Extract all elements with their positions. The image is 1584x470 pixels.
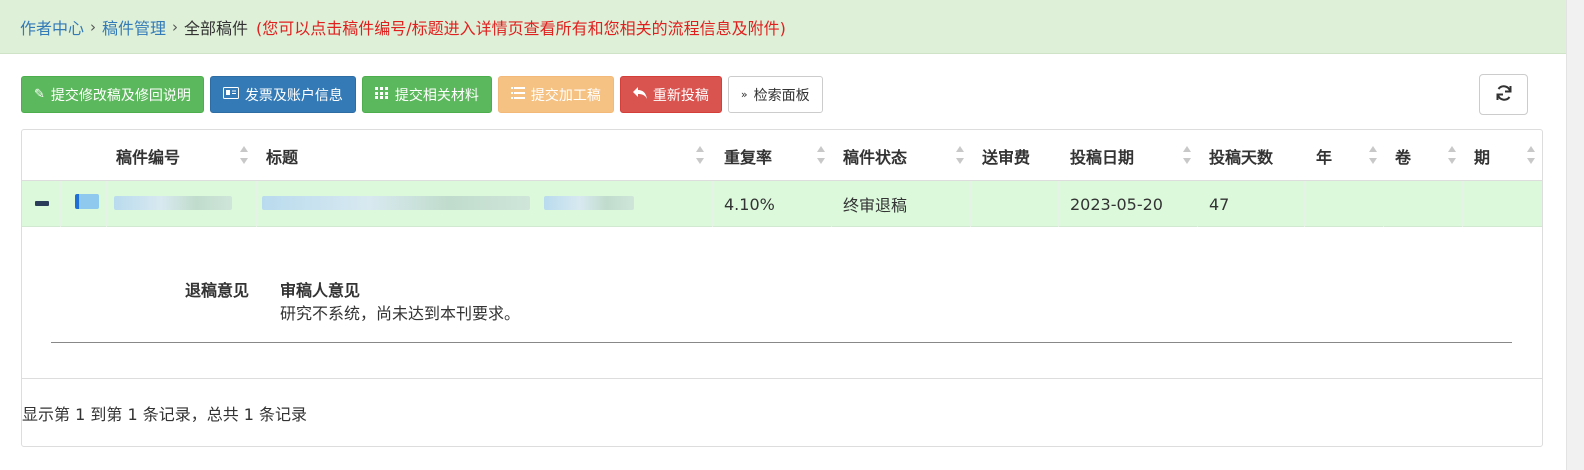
sort-icon [1183,146,1191,164]
id-card-icon [222,86,239,103]
column-header-days: 投稿天数 [1199,130,1306,181]
column-header-issue-label: 期 [1474,147,1491,167]
column-header-title[interactable]: 标题 [256,130,712,181]
column-header-dup-rate[interactable]: 重复率 [714,130,833,181]
grid-icon [374,86,389,103]
refresh-icon [1495,84,1513,106]
table-row[interactable]: 4.10% 终审退稿 2023-05-20 47 [22,181,1542,227]
breadcrumb-hint: (您可以点击稿件编号/标题进入详情页查看所有和您相关的流程信息及附件) [256,18,786,38]
sort-icon [956,146,964,164]
column-header-year[interactable]: 年 [1306,130,1385,181]
resubmit-button[interactable]: 重新投稿 [619,76,722,113]
column-divider [1304,181,1305,227]
sort-icon [1448,146,1456,164]
column-header-dup-rate-label: 重复率 [724,147,773,167]
redacted-manuscript-id[interactable] [114,196,232,210]
rejection-opinion-label: 退稿意见 [185,281,250,300]
column-divider [1462,181,1463,227]
refresh-button[interactable] [1479,74,1528,115]
toolbar: ✎ 提交修改稿及修回说明 发票及账户信息 提交相关材料 提交加工稿 重新投稿 »… [21,76,823,113]
column-header-title-label: 标题 [266,147,299,167]
column-divider [1058,181,1059,227]
column-header-id-label: 稿件编号 [116,147,181,167]
submit-processing-button[interactable]: 提交加工稿 [497,76,614,113]
cell-dup-rate: 4.10% [724,194,775,214]
column-divider [1383,181,1384,227]
table-header: 稿件编号 标题 重复率 稿件状态 送审费 投稿日期 投稿天数 年 卷 期 [22,130,1542,181]
manuscript-table: 稿件编号 标题 重复率 稿件状态 送审费 投稿日期 投稿天数 年 卷 期 4.1… [21,129,1543,447]
double-chevron-down-icon: » [740,88,748,101]
cell-days: 47 [1209,194,1230,214]
column-header-date-label: 投稿日期 [1070,147,1135,167]
breadcrumb: 作者中心 › 稿件管理 › 全部稿件 (您可以点击稿件编号/标题进入详情页查看所… [0,0,1566,54]
row-detail-panel: 退稿意见 审稿人意见 研究不系统，尚未达到本刊要求。 [22,227,1542,379]
breadcrumb-separator-icon: › [172,17,179,36]
cell-volume [1385,181,1462,227]
reply-icon [632,86,647,103]
redacted-manuscript-title[interactable] [262,196,530,210]
column-divider [60,181,61,227]
column-header-fee-label: 送审费 [982,147,1031,167]
redacted-manuscript-title-suffix[interactable] [544,196,634,210]
breadcrumb-manage-link[interactable]: 稿件管理 [102,15,166,39]
page-scrollbar[interactable] [1566,0,1584,470]
reviewer-opinion-text: 研究不系统，尚未达到本刊要求。 [280,304,521,323]
cell-fee [972,181,1058,227]
invoice-button[interactable]: 发票及账户信息 [209,76,356,113]
list-icon [510,86,525,103]
pagination-info: 显示第 1 到第 1 条记录，总共 1 条记录 [22,405,308,424]
cell-date: 2023-05-20 [1070,194,1163,214]
column-divider [1197,181,1198,227]
column-header-issue[interactable]: 期 [1464,130,1543,181]
invoice-label: 发票及账户信息 [244,87,343,104]
redacted-badge-icon [75,194,99,209]
submit-materials-button[interactable]: 提交相关材料 [361,76,492,113]
sort-icon [240,146,248,164]
search-panel-label: 检索面板 [753,87,810,104]
submit-materials-label: 提交相关材料 [394,87,479,104]
submit-revision-button[interactable]: ✎ 提交修改稿及修回说明 [21,76,204,113]
submit-processing-label: 提交加工稿 [530,87,601,104]
resubmit-label: 重新投稿 [652,87,709,104]
column-header-days-label: 投稿天数 [1209,147,1274,167]
sort-icon [696,146,704,164]
sort-icon [817,146,825,164]
collapse-detail-icon[interactable] [35,201,49,206]
detail-divider [51,342,1512,343]
cell-status: 终审退稿 [843,196,908,215]
column-header-status-label: 稿件状态 [843,147,908,167]
breadcrumb-separator-icon: › [90,17,97,36]
breadcrumb-home-link[interactable]: 作者中心 [20,15,84,39]
breadcrumb-current: 全部稿件 [184,18,249,38]
reviewer-opinion-title: 审稿人意见 [280,281,361,300]
column-header-volume-label: 卷 [1395,147,1412,167]
cell-issue [1464,181,1543,227]
edit-icon: ✎ [34,87,45,102]
search-panel-button[interactable]: » 检索面板 [727,76,823,113]
sort-icon [1527,146,1535,164]
column-header-volume[interactable]: 卷 [1385,130,1464,181]
column-header-fee: 送审费 [972,130,1060,181]
column-header-year-label: 年 [1316,147,1333,167]
column-divider [256,181,257,227]
column-divider [831,181,832,227]
sort-icon [1369,146,1377,164]
column-header-status[interactable]: 稿件状态 [833,130,972,181]
column-header-id[interactable]: 稿件编号 [106,130,256,181]
cell-year [1306,181,1383,227]
submit-revision-label: 提交修改稿及修回说明 [50,87,191,104]
column-divider [712,181,713,227]
column-header-date[interactable]: 投稿日期 [1060,130,1199,181]
column-divider [970,181,971,227]
column-divider [106,181,107,227]
